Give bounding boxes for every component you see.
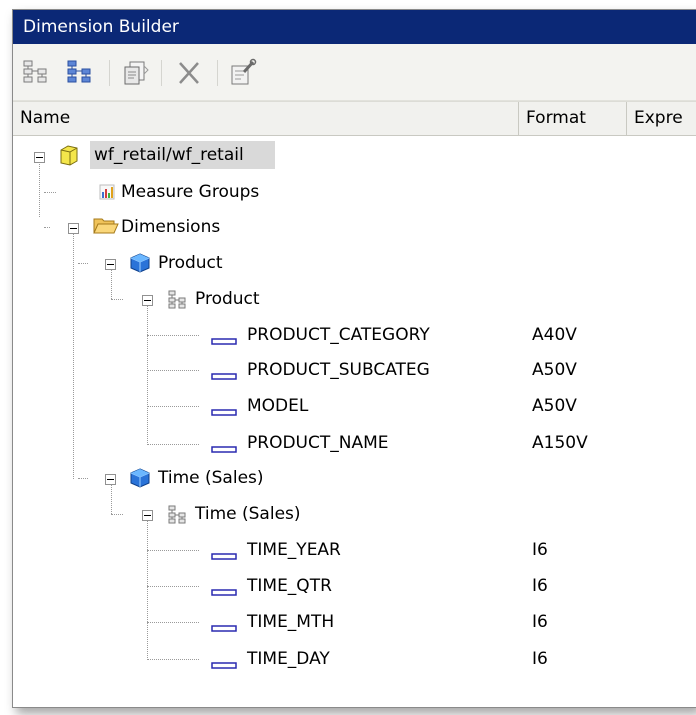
measure-groups-label: Measure Groups <box>121 182 260 202</box>
collapse-toggle[interactable] <box>105 259 116 270</box>
field-label: TIME_DAY <box>247 649 330 669</box>
field-label: TIME_MTH <box>247 612 335 632</box>
window-title: Dimension Builder <box>13 10 696 44</box>
column-expression[interactable]: Expre <box>626 102 696 135</box>
tree-node-dimensions[interactable]: Dimensions <box>13 209 696 245</box>
collapse-toggle[interactable] <box>142 510 153 521</box>
tree-node-field[interactable]: PRODUCT_CATEGORY A40V <box>13 317 696 353</box>
field-icon <box>211 618 237 637</box>
collapse-toggle[interactable] <box>68 223 79 234</box>
tree-node-field[interactable]: TIME_DAY I6 <box>13 641 696 677</box>
dimension-cube-icon <box>129 467 151 493</box>
copy-icon[interactable] <box>121 58 153 88</box>
field-icon <box>211 655 237 674</box>
field-icon <box>211 331 237 350</box>
field-label: TIME_QTR <box>247 576 332 596</box>
root-label: wf_retail/wf_retail <box>94 145 244 165</box>
time-dimension-label: Time (Sales) <box>158 468 264 488</box>
column-format[interactable]: Format <box>518 102 626 135</box>
tree-node-product-dimension[interactable]: Product <box>13 245 696 281</box>
folder-open-icon <box>93 216 119 240</box>
field-format: I6 <box>532 540 548 560</box>
dimension-tree: wf_retail/wf_retail Measure Groups Dimen… <box>13 134 696 707</box>
dimensions-label: Dimensions <box>121 217 221 237</box>
field-format: A40V <box>532 325 577 345</box>
field-icon <box>211 582 237 601</box>
field-format: I6 <box>532 612 548 632</box>
dimension-cube-icon <box>129 252 151 278</box>
field-label: PRODUCT_CATEGORY <box>247 325 430 345</box>
collapse-toggle[interactable] <box>34 152 45 163</box>
product-dimension-label: Product <box>158 253 223 273</box>
cube-icon <box>56 143 80 171</box>
tree-node-field[interactable]: TIME_YEAR I6 <box>13 532 696 568</box>
tree-node-time-hierarchy[interactable]: Time (Sales) <box>13 496 696 532</box>
field-label: TIME_YEAR <box>247 540 341 560</box>
bar-chart-icon <box>99 184 115 204</box>
tree-node-field[interactable]: TIME_QTR I6 <box>13 568 696 604</box>
time-hierarchy-label: Time (Sales) <box>195 504 301 524</box>
collapse-toggle[interactable] <box>142 295 153 306</box>
field-icon <box>211 402 237 421</box>
column-header: Name Format Expre <box>13 101 696 136</box>
dimension-builder-window: Dimension Builder Name Format Expre wf_r… <box>12 9 696 708</box>
toolbar <box>13 44 696 101</box>
tree-node-field[interactable]: TIME_MTH I6 <box>13 604 696 640</box>
tree-node-time-dimension[interactable]: Time (Sales) <box>13 460 696 496</box>
field-label: MODEL <box>247 396 309 416</box>
add-hierarchy-icon[interactable] <box>21 58 53 88</box>
column-name[interactable]: Name <box>13 102 518 135</box>
field-format: I6 <box>532 649 548 669</box>
field-format: I6 <box>532 576 548 596</box>
hierarchy-icon <box>167 504 187 528</box>
properties-icon[interactable] <box>227 58 259 88</box>
collapse-toggle[interactable] <box>105 474 116 485</box>
field-icon <box>211 439 237 458</box>
tree-node-product-hierarchy[interactable]: Product <box>13 281 696 317</box>
product-hierarchy-label: Product <box>195 289 260 309</box>
delete-icon[interactable] <box>173 58 205 88</box>
field-format: A150V <box>532 433 588 453</box>
tree-node-field[interactable]: PRODUCT_SUBCATEG A50V <box>13 352 696 388</box>
field-label: PRODUCT_SUBCATEG <box>247 360 430 380</box>
field-icon <box>211 366 237 385</box>
field-format: A50V <box>532 396 577 416</box>
tree-node-field[interactable]: PRODUCT_NAME A150V <box>13 425 696 461</box>
field-label: PRODUCT_NAME <box>247 433 389 453</box>
tree-node-field[interactable]: MODEL A50V <box>13 388 696 424</box>
tree-node-root[interactable]: wf_retail/wf_retail <box>13 137 696 173</box>
field-format: A50V <box>532 360 577 380</box>
field-icon <box>211 546 237 565</box>
hierarchy-icon <box>167 289 187 313</box>
add-level-icon[interactable] <box>65 58 97 88</box>
tree-node-measure-groups[interactable]: Measure Groups <box>13 174 696 210</box>
